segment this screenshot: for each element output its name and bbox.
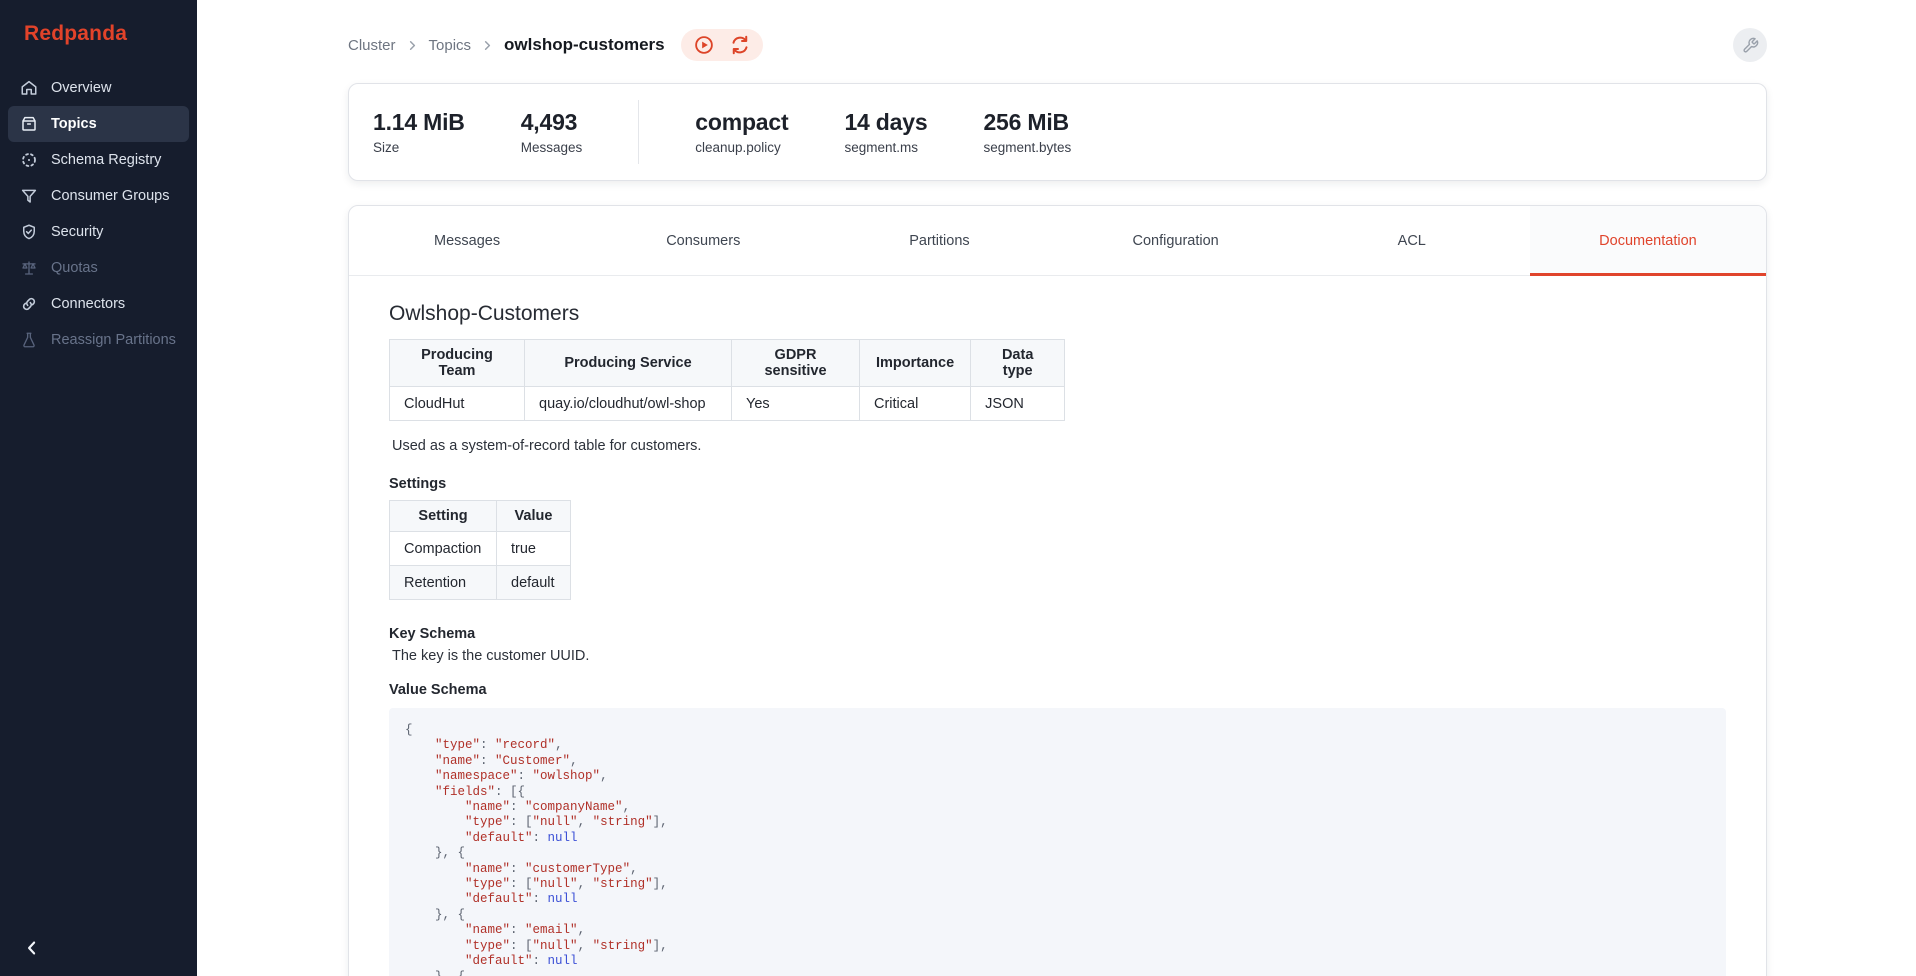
sidebar-item-label: Overview: [51, 80, 111, 96]
value-schema-heading: Value Schema: [389, 682, 1726, 698]
key-schema-heading: Key Schema: [389, 626, 1726, 642]
sidebar-item-label: Connectors: [51, 296, 125, 312]
stat-segment-ms: 14 days segment.ms: [844, 109, 927, 155]
breadcrumb-topics[interactable]: Topics: [429, 37, 472, 54]
sidebar-item-label: Schema Registry: [51, 152, 161, 168]
stats-divider: [638, 100, 639, 164]
col-header: Value: [497, 501, 571, 532]
doc-metadata-table: Producing Team Producing Service GDPR se…: [389, 339, 1065, 421]
produce-record-icon[interactable]: [693, 34, 715, 56]
cell: true: [497, 532, 571, 566]
tab-partitions[interactable]: Partitions: [821, 206, 1057, 275]
topics-icon: [20, 115, 38, 133]
page-header: Cluster Topics owlshop-customers: [348, 28, 1767, 62]
redpanda-logo: Redpanda: [0, 0, 197, 70]
chevron-right-icon: [480, 38, 495, 53]
schema-registry-icon: [20, 151, 38, 169]
sidebar-item-label: Quotas: [51, 260, 98, 276]
main-content: Cluster Topics owlshop-customers: [197, 0, 1916, 976]
col-header: Producing Service: [525, 340, 732, 387]
stat-value: 4,493: [521, 109, 583, 136]
stat-label: Messages: [521, 140, 583, 155]
sidebar-item-connectors[interactable]: Connectors: [8, 286, 189, 322]
sidebar-item-security[interactable]: Security: [8, 214, 189, 250]
cell: Compaction: [390, 532, 497, 566]
col-header: Importance: [860, 340, 971, 387]
refresh-icon[interactable]: [729, 34, 751, 56]
stat-label: cleanup.policy: [695, 140, 788, 155]
wrench-icon: [1742, 37, 1759, 54]
topic-stats-card: 1.14 MiB Size 4,493 Messages compact cle…: [348, 83, 1767, 181]
chevron-right-icon: [405, 38, 420, 53]
tab-configuration[interactable]: Configuration: [1058, 206, 1294, 275]
tab-messages[interactable]: Messages: [349, 206, 585, 275]
table-row: Retention default: [390, 566, 571, 600]
sidebar-item-topics[interactable]: Topics: [8, 106, 189, 142]
sidebar-item-reassign-partitions: Reassign Partitions: [8, 322, 189, 358]
collapse-sidebar-icon[interactable]: [18, 934, 46, 962]
sidebar-item-label: Security: [51, 224, 103, 240]
connectors-icon: [20, 295, 38, 313]
stat-segment-bytes: 256 MiB segment.bytes: [983, 109, 1071, 155]
security-icon: [20, 223, 38, 241]
sidebar-item-label: Reassign Partitions: [51, 332, 176, 348]
tab-acl[interactable]: ACL: [1294, 206, 1530, 275]
stat-cleanup-policy: compact cleanup.policy: [695, 109, 788, 155]
quotas-icon: [20, 259, 38, 277]
cell: Critical: [860, 387, 971, 421]
home-icon: [20, 79, 38, 97]
sidebar-item-quotas: Quotas: [8, 250, 189, 286]
cell: quay.io/cloudhut/owl-shop: [525, 387, 732, 421]
page-title: owlshop-customers: [504, 35, 665, 55]
cell: CloudHut: [390, 387, 525, 421]
stat-value: compact: [695, 109, 788, 136]
settings-heading: Settings: [389, 476, 1726, 492]
sidebar-item-label: Consumer Groups: [51, 188, 169, 204]
stat-size: 1.14 MiB Size: [373, 109, 465, 155]
cell: Retention: [390, 566, 497, 600]
table-row: CloudHut quay.io/cloudhut/owl-shop Yes C…: [390, 387, 1065, 421]
col-header: Producing Team: [390, 340, 525, 387]
sidebar-nav: Overview Topics Schema Registry Consumer…: [0, 70, 197, 358]
stat-label: Size: [373, 140, 465, 155]
tab-documentation[interactable]: Documentation: [1530, 206, 1766, 275]
value-schema-code: { "type": "record", "name": "Customer", …: [389, 708, 1726, 976]
cell: Yes: [732, 387, 860, 421]
key-schema-text: The key is the customer UUID.: [389, 648, 1726, 664]
table-row: Compaction true: [390, 532, 571, 566]
cell: JSON: [971, 387, 1065, 421]
doc-heading: Owlshop-Customers: [389, 302, 1726, 326]
sidebar-item-consumer-groups[interactable]: Consumer Groups: [8, 178, 189, 214]
topic-tabs: Messages Consumers Partitions Configurat…: [349, 206, 1766, 276]
col-header: GDPR sensitive: [732, 340, 860, 387]
col-header: Data type: [971, 340, 1065, 387]
sidebar-footer: [0, 934, 197, 976]
stat-label: segment.bytes: [983, 140, 1071, 155]
consumer-groups-icon: [20, 187, 38, 205]
stat-value: 1.14 MiB: [373, 109, 465, 136]
sidebar-item-overview[interactable]: Overview: [8, 70, 189, 106]
tab-consumers[interactable]: Consumers: [585, 206, 821, 275]
stat-messages: 4,493 Messages: [521, 109, 583, 155]
stat-value: 256 MiB: [983, 109, 1071, 136]
settings-table: Setting Value Compaction true Retention …: [389, 500, 571, 600]
cell: default: [497, 566, 571, 600]
preferences-button[interactable]: [1733, 28, 1767, 62]
topic-actions-pill: [681, 29, 763, 61]
doc-description: Used as a system-of-record table for cus…: [389, 438, 1726, 454]
sidebar-item-schema-registry[interactable]: Schema Registry: [8, 142, 189, 178]
stat-value: 14 days: [844, 109, 927, 136]
documentation-panel: Owlshop-Customers Producing Team Produci…: [349, 276, 1766, 976]
breadcrumb-cluster[interactable]: Cluster: [348, 37, 396, 54]
reassign-partitions-icon: [20, 331, 38, 349]
col-header: Setting: [390, 501, 497, 532]
sidebar: Redpanda Overview Topics Schema Registry…: [0, 0, 197, 976]
stat-label: segment.ms: [844, 140, 927, 155]
topic-detail-card: Messages Consumers Partitions Configurat…: [348, 205, 1767, 976]
sidebar-item-label: Topics: [51, 116, 97, 132]
